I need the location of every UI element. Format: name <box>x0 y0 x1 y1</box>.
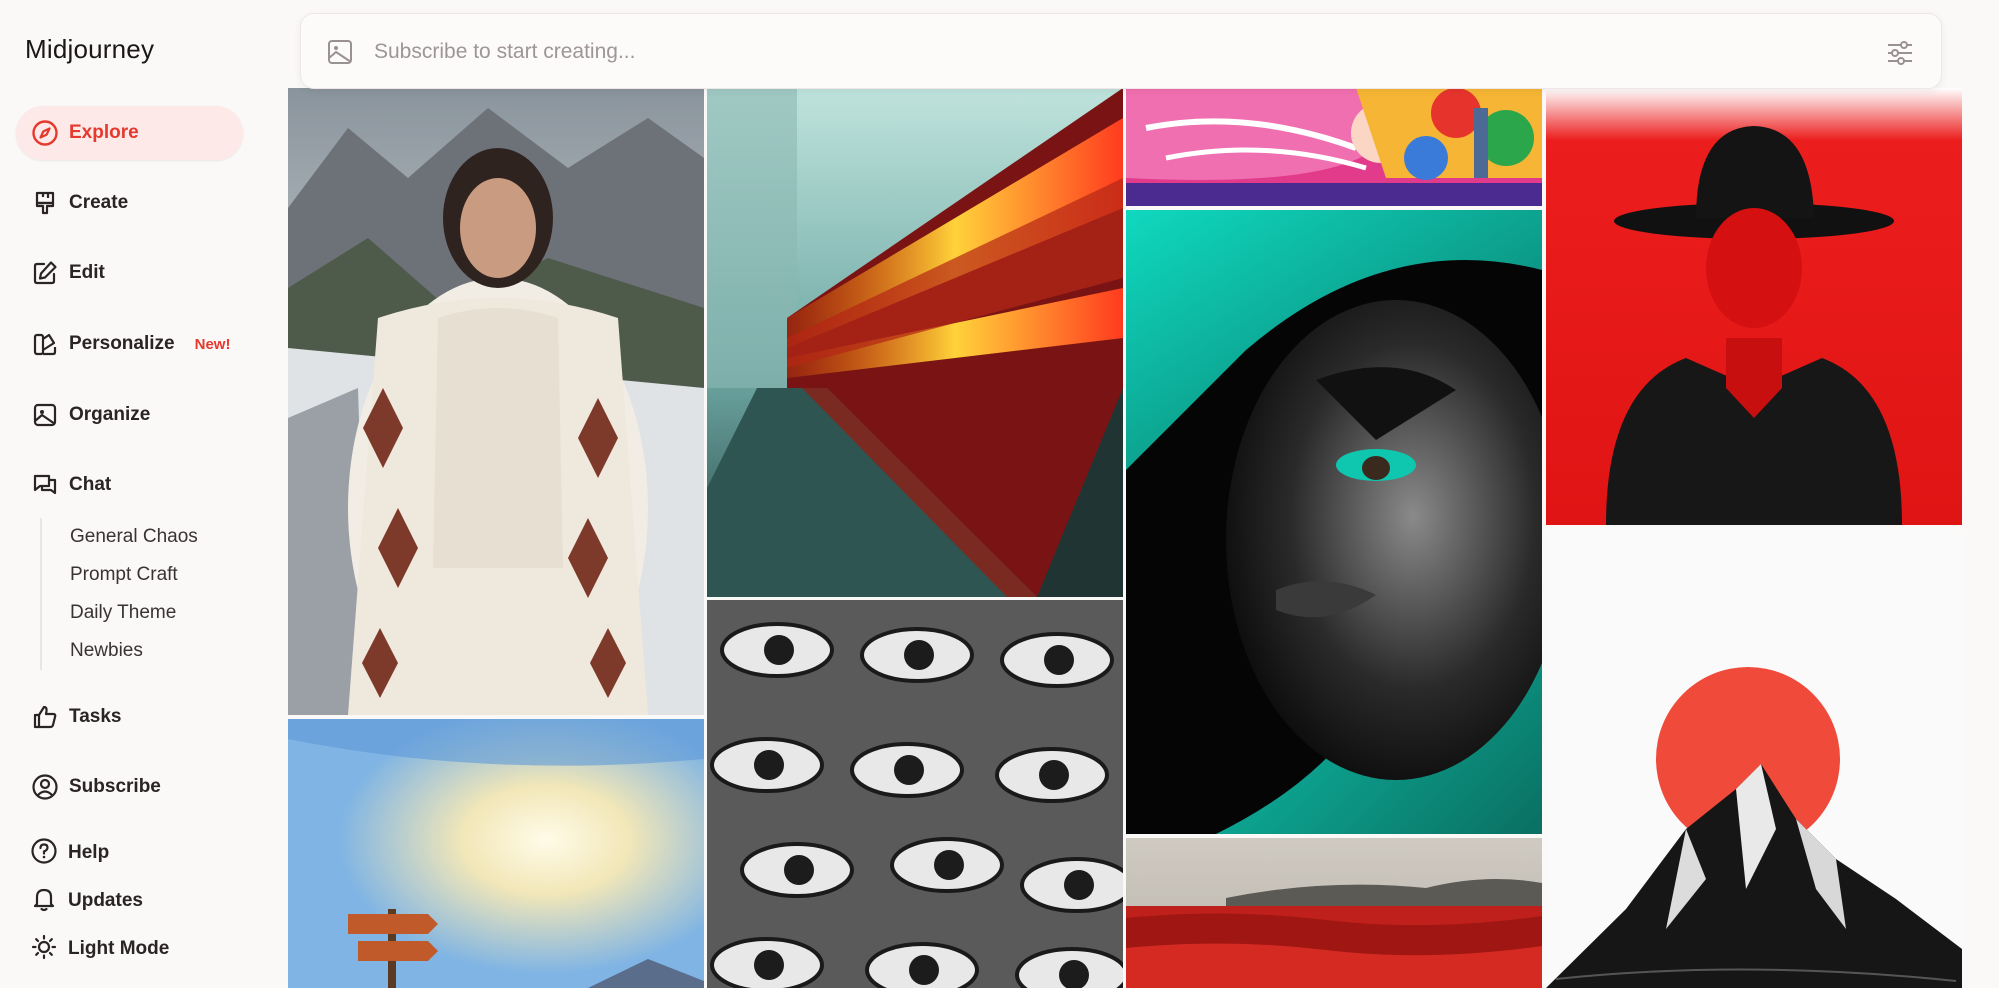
nav-item-chat[interactable]: Chat <box>16 458 243 512</box>
nav-label-tasks: Tasks <box>69 706 122 727</box>
paintbrush-icon <box>30 188 60 218</box>
nav-item-updates[interactable]: Updates <box>16 879 143 923</box>
palette-icon <box>30 329 60 359</box>
chat-icon <box>30 470 60 500</box>
gallery-image-train[interactable] <box>707 88 1123 597</box>
nav-item-light-mode[interactable]: Light Mode <box>16 927 169 971</box>
gallery-image-signpost[interactable] <box>288 719 704 988</box>
thumbs-up-icon <box>30 702 60 732</box>
nav-label-help: Help <box>68 842 110 863</box>
gallery-image-teal-portrait[interactable] <box>1126 210 1542 834</box>
nav-label-light-mode: Light Mode <box>68 938 170 959</box>
nav-item-organize[interactable]: Organize <box>16 388 243 442</box>
nav-label-updates: Updates <box>68 890 143 911</box>
sidebar: Midjourney Explore Create Edit Personali… <box>0 0 288 988</box>
nav-item-help[interactable]: Help <box>16 831 109 875</box>
gallery-image-colorful-cat[interactable] <box>1126 88 1542 206</box>
gallery-image-woman-coat[interactable] <box>288 88 704 715</box>
image-upload-icon[interactable] <box>326 38 354 66</box>
prompt-input[interactable] <box>374 32 1774 72</box>
nav-label-create: Create <box>69 192 129 213</box>
chat-channel-prompt-craft[interactable]: Prompt Craft <box>42 556 240 594</box>
nav-label-explore: Explore <box>69 122 139 143</box>
new-badge: New! <box>194 335 231 353</box>
chat-channel-list: General Chaos Prompt Craft Daily Theme N… <box>40 518 240 670</box>
nav-item-create[interactable]: Create <box>16 176 243 230</box>
gallery-image-red-sun-mountain[interactable] <box>1546 529 1962 988</box>
nav-label-subscribe: Subscribe <box>69 776 161 797</box>
nav-item-edit[interactable]: Edit <box>16 246 243 300</box>
brand-logo[interactable]: Midjourney <box>25 34 154 65</box>
image-icon <box>30 400 60 430</box>
nav-item-subscribe[interactable]: Subscribe <box>16 760 243 814</box>
prompt-bar <box>300 13 1942 89</box>
gallery-image-red-field[interactable] <box>1126 838 1542 988</box>
help-icon <box>30 837 58 870</box>
nav-label-personalize: Personalize <box>69 333 175 354</box>
nav-label-chat: Chat <box>69 474 112 495</box>
nav-item-tasks[interactable]: Tasks <box>16 690 243 744</box>
chat-channel-daily-theme[interactable]: Daily Theme <box>42 594 240 632</box>
nav-label-edit: Edit <box>69 262 105 283</box>
compass-icon <box>30 118 60 148</box>
chat-channel-newbies[interactable]: Newbies <box>42 632 240 670</box>
sun-icon <box>30 933 58 966</box>
settings-sliders-icon[interactable] <box>1885 38 1915 68</box>
nav-item-explore[interactable]: Explore <box>16 106 243 160</box>
app-root: Midjourney Explore Create Edit Personali… <box>0 0 1999 988</box>
nav-item-personalize[interactable]: Personalize New! <box>16 317 243 371</box>
user-circle-icon <box>30 772 60 802</box>
bell-icon <box>30 885 58 918</box>
edit-icon <box>30 258 60 288</box>
chat-channel-general-chaos[interactable]: General Chaos <box>42 518 240 556</box>
gallery-image-hat-man[interactable] <box>1546 88 1962 525</box>
gallery-image-eyes[interactable] <box>707 600 1123 988</box>
nav-label-organize: Organize <box>69 404 151 425</box>
